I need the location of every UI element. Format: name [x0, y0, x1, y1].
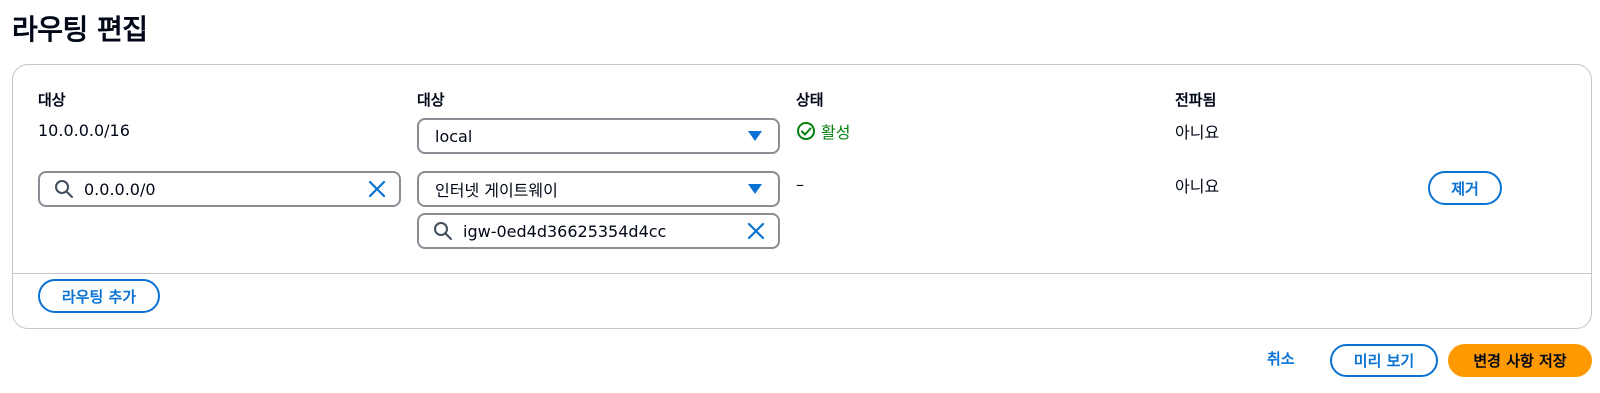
column-header-propagated: 전파됨	[1175, 91, 1217, 109]
column-header-target: 대상	[417, 91, 445, 109]
route-2-status: –	[796, 175, 804, 194]
preview-button[interactable]: 미리 보기	[1330, 344, 1438, 377]
cancel-button[interactable]: 취소	[1267, 348, 1295, 369]
save-changes-button[interactable]: 변경 사항 저장	[1448, 344, 1592, 377]
route-table-card: 대상 대상 상태 전파됨 10.0.0.0/16 local 활성 아니요 0.…	[12, 64, 1592, 329]
route-2-target-search[interactable]: igw-0ed4d36625354d4cc	[417, 213, 780, 249]
caret-down-icon	[748, 131, 762, 141]
route-2-target-select[interactable]: 인터넷 게이트웨이	[417, 171, 780, 207]
check-circle-icon	[797, 122, 815, 140]
route-2-destination-value: 0.0.0.0/0	[84, 180, 156, 199]
add-route-button[interactable]: 라우팅 추가	[38, 279, 160, 313]
route-2-target-search-value: igw-0ed4d36625354d4cc	[463, 222, 667, 241]
route-1-target-select[interactable]: local	[417, 118, 780, 154]
route-1-propagated: 아니요	[1175, 123, 1220, 142]
close-icon[interactable]	[367, 179, 387, 199]
route-1-target-select-value: local	[435, 126, 473, 146]
column-header-status: 상태	[796, 91, 824, 109]
route-2-destination-search[interactable]: 0.0.0.0/0	[38, 171, 401, 207]
card-divider	[13, 273, 1591, 274]
route-1-status: 활성	[796, 119, 850, 143]
close-icon[interactable]	[746, 221, 766, 241]
route-2-propagated: 아니요	[1175, 177, 1220, 196]
route-1-destination: 10.0.0.0/16	[38, 121, 130, 140]
column-header-destination: 대상	[38, 91, 66, 109]
remove-route-button[interactable]: 제거	[1428, 171, 1502, 205]
search-icon	[55, 180, 73, 198]
search-icon	[434, 222, 452, 240]
route-2-target-select-value: 인터넷 게이트웨이	[435, 181, 558, 200]
page-title: 라우팅 편집	[12, 13, 148, 46]
route-1-status-label: 활성	[821, 123, 851, 142]
caret-down-icon	[748, 184, 762, 194]
